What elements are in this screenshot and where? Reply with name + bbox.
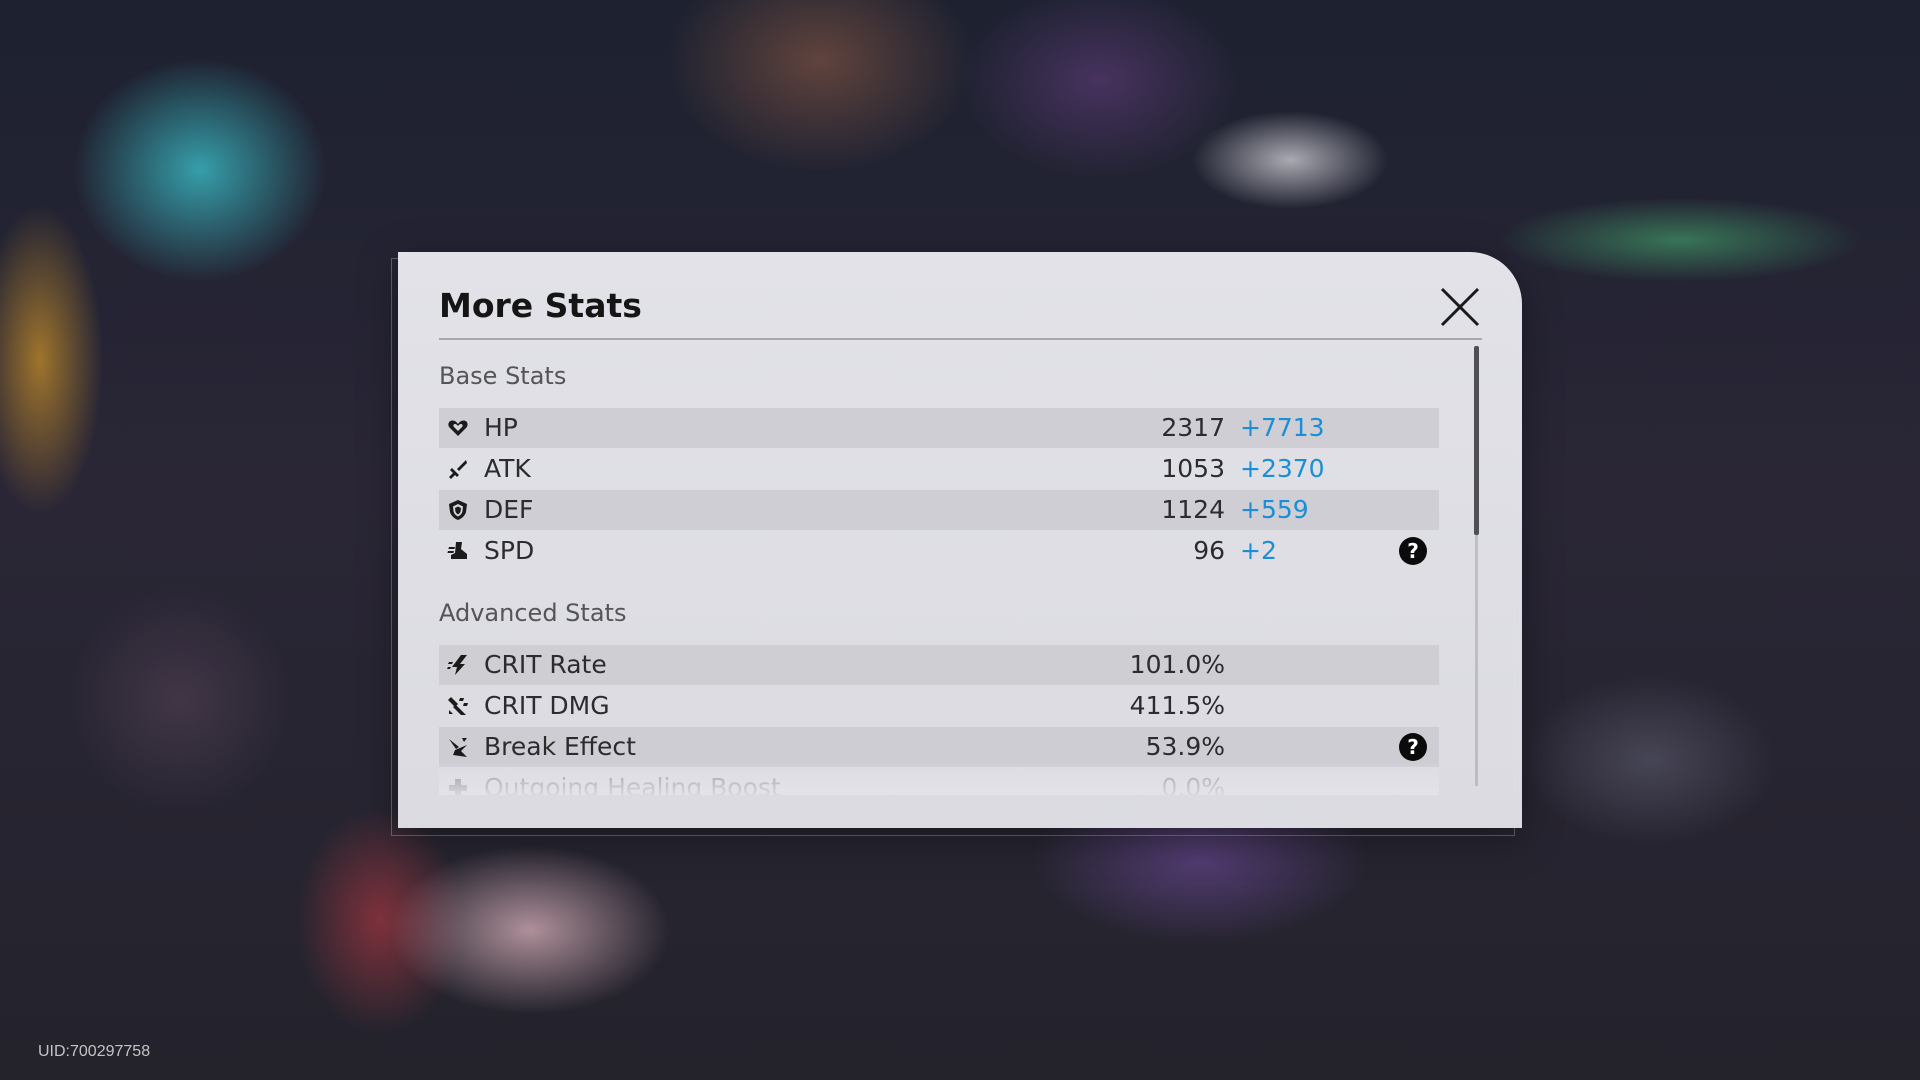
panel-title: More Stats bbox=[439, 286, 642, 325]
stat-row-atk: ATK 1053 +2370 bbox=[439, 449, 1439, 489]
player-uid: UID:700297758 bbox=[38, 1043, 151, 1060]
stat-row-def: DEF 1124 +559 bbox=[439, 490, 1439, 530]
stat-bonus-value: +2 bbox=[1240, 536, 1277, 565]
stat-base-value: 2317 bbox=[1161, 413, 1225, 442]
def-shield-icon bbox=[449, 500, 467, 520]
stat-base-value: 1124 bbox=[1161, 495, 1225, 524]
stat-base-value: 0.0% bbox=[1161, 773, 1225, 795]
crit-dmg-icon bbox=[448, 697, 468, 715]
atk-sword-icon bbox=[449, 460, 467, 479]
stat-row-crit-rate: CRIT Rate 101.0% bbox=[439, 645, 1439, 685]
stat-name: ATK bbox=[484, 454, 531, 483]
scrollbar-thumb[interactable] bbox=[1474, 346, 1479, 535]
title-divider bbox=[439, 338, 1482, 340]
more-stats-panel: More Stats Base Stats HP 2317 +7713 ATK bbox=[398, 252, 1522, 828]
stat-name: CRIT DMG bbox=[484, 691, 610, 720]
stat-base-value: 411.5% bbox=[1129, 691, 1225, 720]
stat-base-value: 101.0% bbox=[1129, 650, 1225, 679]
stat-name: CRIT Rate bbox=[484, 650, 607, 679]
spd-boot-icon bbox=[447, 542, 467, 559]
stat-base-value: 96 bbox=[1193, 536, 1225, 565]
break-effect-help-button[interactable]: ? bbox=[1399, 733, 1427, 761]
healing-cross-icon bbox=[449, 779, 467, 795]
stats-scroll-area[interactable]: Base Stats HP 2317 +7713 ATK 1053 +2370 bbox=[439, 347, 1439, 795]
stat-base-value: 53.9% bbox=[1145, 732, 1225, 761]
close-button[interactable] bbox=[1438, 285, 1482, 329]
stat-row-hp: HP 2317 +7713 bbox=[439, 408, 1439, 448]
stat-name: HP bbox=[484, 413, 518, 442]
crit-rate-icon bbox=[447, 655, 467, 675]
spd-help-button[interactable]: ? bbox=[1399, 537, 1427, 565]
stat-name: DEF bbox=[484, 495, 534, 524]
close-x-icon bbox=[1440, 287, 1480, 327]
stat-row-outgoing-healing-boost: Outgoing Healing Boost 0.0% bbox=[439, 768, 1439, 795]
stat-bonus-value: +2370 bbox=[1240, 454, 1325, 483]
stat-row-crit-dmg: CRIT DMG 411.5% bbox=[439, 686, 1439, 726]
break-effect-icon bbox=[449, 738, 467, 757]
hp-heart-icon bbox=[448, 420, 468, 436]
stat-name: SPD bbox=[484, 536, 535, 565]
stat-row-break-effect: Break Effect 53.9% ? bbox=[439, 727, 1439, 767]
stat-name: Outgoing Healing Boost bbox=[484, 773, 781, 795]
stat-bonus-value: +7713 bbox=[1240, 413, 1325, 442]
stat-row-spd: SPD 96 +2 ? bbox=[439, 531, 1439, 571]
stat-name: Break Effect bbox=[484, 732, 636, 761]
stat-base-value: 1053 bbox=[1161, 454, 1225, 483]
section-header-base-stats: Base Stats bbox=[439, 362, 567, 390]
section-header-advanced-stats: Advanced Stats bbox=[439, 599, 627, 627]
stat-bonus-value: +559 bbox=[1240, 495, 1309, 524]
